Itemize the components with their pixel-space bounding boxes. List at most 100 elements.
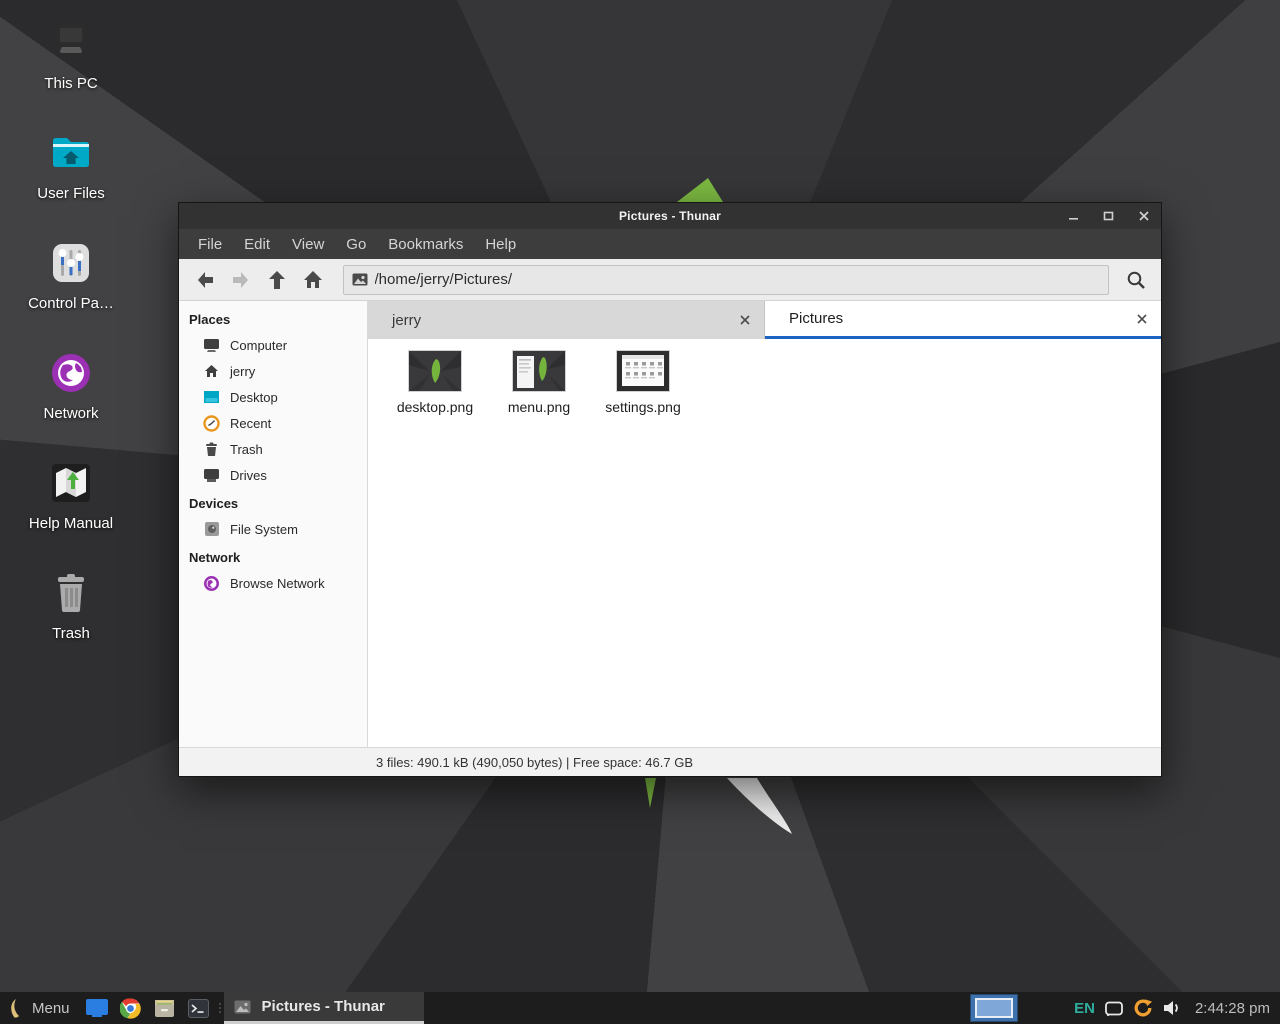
system-tray: EN 2:44:28 pm <box>1074 998 1280 1018</box>
sidebar-item-label: Browse Network <box>230 576 325 591</box>
file-cabinet-icon <box>154 999 175 1018</box>
file-desktop-png[interactable]: desktop.png <box>386 349 484 415</box>
status-text: 3 files: 490.1 kB (490,050 bytes) | Free… <box>376 755 693 770</box>
desktop-icon-label: Control Pa… <box>28 295 114 312</box>
search-icon <box>1126 270 1146 290</box>
desktop-icon-control-panel[interactable]: Control Pa… <box>10 234 132 344</box>
path-input[interactable] <box>375 271 1100 288</box>
desktop-icon-network[interactable]: Network <box>10 344 132 454</box>
sidebar-item-label: Recent <box>230 416 271 431</box>
file-list[interactable]: desktop.png menu.png <box>368 339 1161 747</box>
sidebar-item-drives[interactable]: Drives <box>179 462 367 488</box>
clock[interactable]: 2:44:28 pm <box>1195 1000 1270 1017</box>
file-name: desktop.png <box>397 399 473 415</box>
menu-help[interactable]: Help <box>474 229 527 259</box>
sidebar-item-label: Desktop <box>230 390 278 405</box>
home-icon <box>203 363 220 380</box>
tab-label: Pictures <box>789 310 1133 327</box>
close-icon <box>1137 314 1147 324</box>
file-settings-png[interactable]: settings.png <box>594 349 692 415</box>
image-file-icon <box>352 273 368 286</box>
menu-go[interactable]: Go <box>335 229 377 259</box>
maximize-icon <box>1103 210 1115 222</box>
file-manager-icon <box>86 999 108 1017</box>
menu-edit[interactable]: Edit <box>233 229 281 259</box>
menu-label: Menu <box>32 1000 70 1017</box>
minimize-button[interactable] <box>1067 209 1081 223</box>
desktop-icon-label: This PC <box>44 75 97 92</box>
close-icon <box>740 315 750 325</box>
close-button[interactable] <box>1137 209 1151 223</box>
terminal-launcher[interactable] <box>182 992 216 1024</box>
applications-menu-button[interactable]: Menu <box>0 992 80 1024</box>
file-manager-launcher[interactable] <box>80 992 114 1024</box>
image-thumbnail <box>409 351 461 391</box>
volume-icon[interactable] <box>1162 998 1182 1018</box>
sidebar-item-file-system[interactable]: File System <box>179 516 367 542</box>
sidebar-item-recent[interactable]: Recent <box>179 410 367 436</box>
file-name: settings.png <box>605 399 681 415</box>
network-globe-icon <box>203 575 220 592</box>
image-thumbnail <box>617 351 669 391</box>
drive-icon <box>203 467 220 484</box>
close-icon <box>1138 210 1150 222</box>
desktop-icon-label: Network <box>43 405 98 422</box>
maximize-button[interactable] <box>1102 209 1116 223</box>
menu-file[interactable]: File <box>187 229 233 259</box>
network-globe-icon <box>48 350 94 396</box>
sidebar-item-label: jerry <box>230 364 255 379</box>
desktop-icon-user-files[interactable]: User Files <box>10 124 132 234</box>
up-button[interactable] <box>259 265 295 295</box>
home-button[interactable] <box>295 265 331 295</box>
tab-close-icon[interactable] <box>736 311 754 329</box>
sidebar-item-computer[interactable]: Computer <box>179 332 367 358</box>
sidebar-item-desktop[interactable]: Desktop <box>179 384 367 410</box>
sidebar: Places Computer jerry Desktop Recent Tra… <box>179 301 368 747</box>
keyboard-layout-indicator[interactable]: EN <box>1074 1000 1095 1017</box>
content-pane: jerry Pictures <box>368 301 1161 747</box>
desktop-icon <box>203 389 220 406</box>
tab-pictures[interactable]: Pictures <box>765 301 1161 339</box>
workspace-thumbnail <box>975 998 1013 1018</box>
file-menu-png[interactable]: menu.png <box>490 349 588 415</box>
workspace-switcher[interactable] <box>970 994 1018 1022</box>
minimize-icon <box>1068 210 1080 222</box>
sidebar-item-home[interactable]: jerry <box>179 358 367 384</box>
update-manager-icon[interactable] <box>1133 998 1153 1018</box>
desktop-icon-label: User Files <box>37 185 105 202</box>
toolbar <box>179 259 1161 301</box>
display-settings-icon[interactable] <box>1104 998 1124 1018</box>
tab-jerry[interactable]: jerry <box>368 301 765 339</box>
forward-button[interactable] <box>223 265 259 295</box>
sidebar-item-label: Trash <box>230 442 263 457</box>
taskbar: Menu Pictures - Thu <box>0 992 1280 1024</box>
menubar: File Edit View Go Bookmarks Help <box>179 229 1161 259</box>
archive-manager-launcher[interactable] <box>148 992 182 1024</box>
location-bar[interactable] <box>343 265 1109 295</box>
taskbar-window-button[interactable]: Pictures - Thunar <box>224 992 424 1024</box>
image-thumbnail <box>513 351 565 391</box>
desktop-icon-label: Trash <box>52 625 90 642</box>
tab-close-icon[interactable] <box>1133 310 1151 328</box>
desktop-icon-this-pc[interactable]: This PC <box>10 14 132 124</box>
home-icon <box>303 270 323 289</box>
sidebar-item-label: Computer <box>230 338 287 353</box>
search-button[interactable] <box>1119 265 1153 295</box>
up-icon <box>268 270 286 290</box>
back-button[interactable] <box>187 265 223 295</box>
sidebar-item-browse-network[interactable]: Browse Network <box>179 570 367 596</box>
taskbar-separator <box>216 992 224 1024</box>
menu-view[interactable]: View <box>281 229 335 259</box>
desktop-icon-help-manual[interactable]: Help Manual <box>10 454 132 564</box>
mint-menu-icon <box>8 997 24 1019</box>
window-body: Places Computer jerry Desktop Recent Tra… <box>179 301 1161 747</box>
titlebar[interactable]: Pictures - Thunar <box>179 203 1161 229</box>
terminal-icon <box>188 999 209 1018</box>
sidebar-item-trash[interactable]: Trash <box>179 436 367 462</box>
menu-bookmarks[interactable]: Bookmarks <box>377 229 474 259</box>
desktop-icon-trash[interactable]: Trash <box>10 564 132 674</box>
chrome-icon <box>120 998 141 1019</box>
control-panel-icon <box>48 240 94 286</box>
tab-label: jerry <box>392 312 736 329</box>
chrome-launcher[interactable] <box>114 992 148 1024</box>
